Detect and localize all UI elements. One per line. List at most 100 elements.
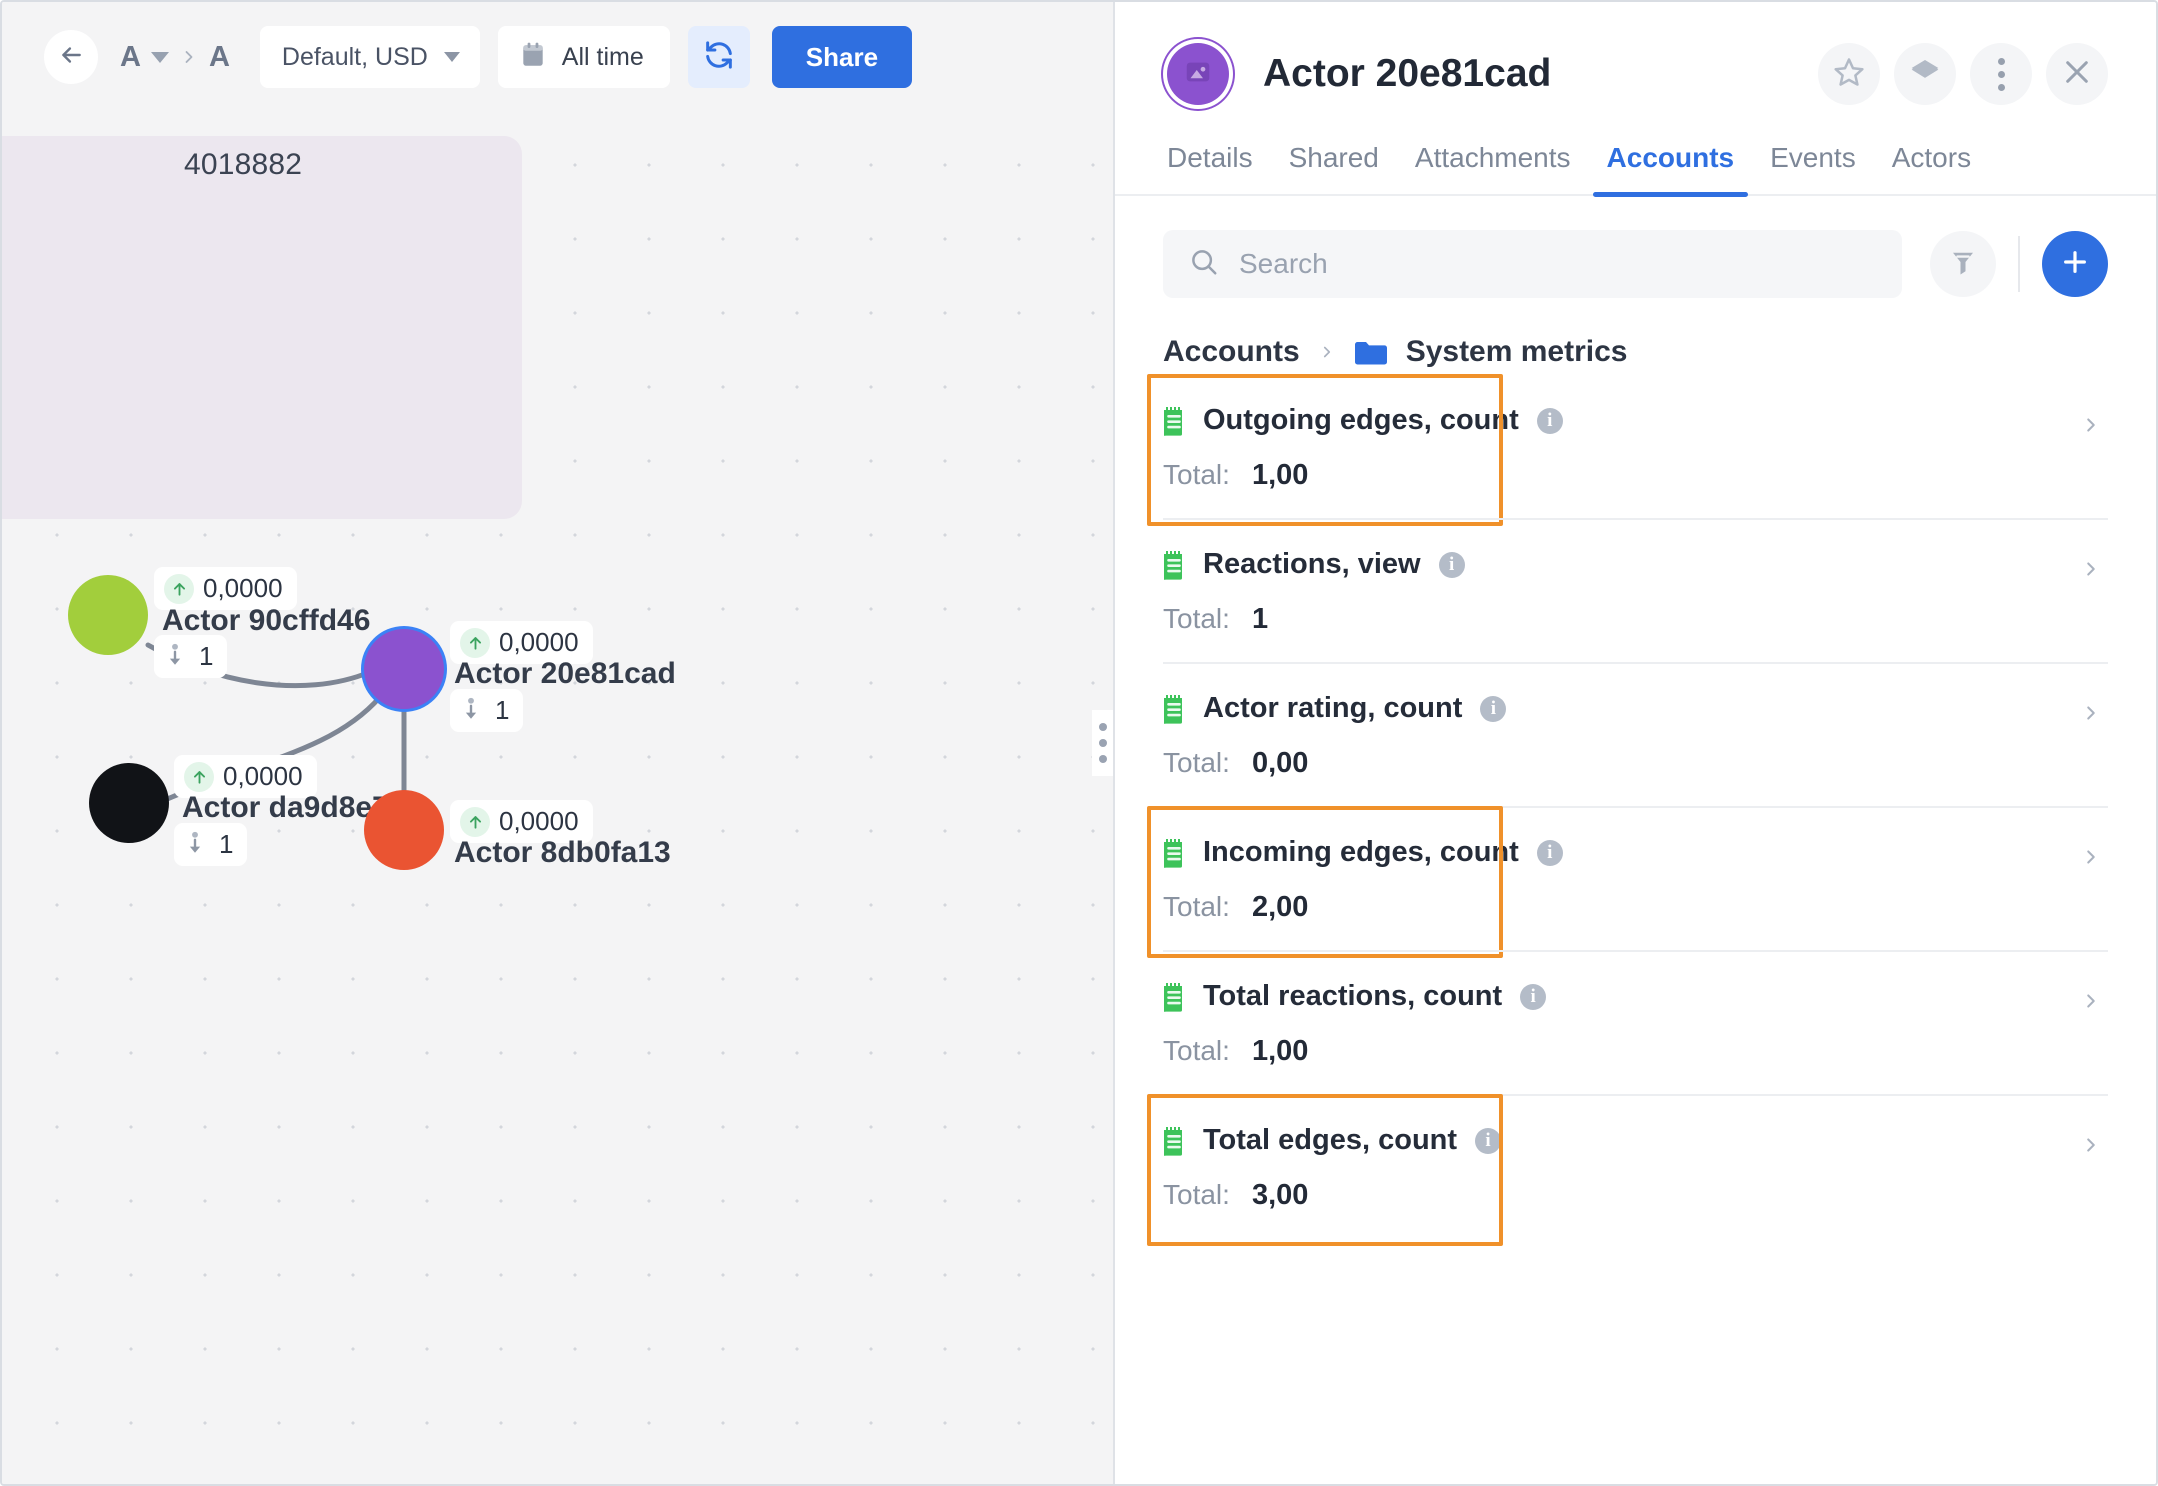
breadcrumb-item-first[interactable]: A (120, 42, 141, 72)
metric-total-value: 2,00 (1251, 891, 1309, 923)
metric-row-actor-rating-count[interactable]: Actor rating, count i Total: 0,00 (1163, 662, 2108, 806)
metric-name: Actor rating, count (1203, 692, 1463, 724)
accounts-breadcrumb: Accounts System metrics (1115, 298, 2156, 376)
divider (2018, 236, 2020, 292)
download-arrow-icon (164, 642, 190, 672)
handle-dot (1099, 755, 1107, 763)
breadcrumb-root[interactable]: Accounts (1163, 335, 1300, 369)
tab-actors[interactable]: Actors (1874, 142, 1989, 194)
metric-row-outgoing-edges-count[interactable]: Outgoing edges, count i Total: 1,00 (1147, 374, 2108, 526)
time-range-button[interactable]: All time (497, 26, 670, 88)
green-list-icon (1163, 406, 1185, 436)
metric-name: Outgoing edges, count (1203, 404, 1519, 436)
info-icon[interactable]: i (1536, 407, 1563, 434)
metric-header: Reactions, view i (1163, 548, 2108, 581)
info-icon[interactable]: i (1475, 1127, 1502, 1154)
graph-edges (145, 642, 407, 803)
breadcrumb: A A (120, 42, 230, 72)
tab-events[interactable]: Events (1752, 142, 1874, 194)
metric-total-label: Total: (1163, 1179, 1230, 1210)
graph-node-actor-da9d8e7c[interactable] (89, 763, 169, 843)
avatar (1167, 43, 1229, 105)
vertical-dots-icon (1997, 57, 2005, 91)
more-button[interactable] (1970, 43, 2032, 105)
graph-node-actor-20e81cad[interactable] (364, 629, 444, 709)
node-down-value: 1 (199, 641, 214, 671)
metric-row-reactions-view[interactable]: Reactions, view i Total: 1 (1163, 518, 2108, 662)
filter-button[interactable] (1930, 231, 1996, 297)
metric-row-total-reactions-count[interactable]: Total reactions, count i Total: 1,00 (1163, 950, 2108, 1094)
arrow-up-icon (460, 806, 490, 837)
node-down-badge: 1 (174, 823, 248, 866)
chevron-right-icon (179, 45, 199, 69)
node-down-value: 1 (495, 695, 510, 725)
metric-name: Total edges, count (1203, 1124, 1458, 1156)
search-box[interactable] (1163, 230, 1902, 298)
green-list-icon (1163, 694, 1185, 724)
chevron-right-icon[interactable] (2080, 842, 2102, 872)
arrow-left-icon (58, 42, 84, 73)
node-up-value: 0,0000 (499, 627, 579, 657)
metric-total-value: 1 (1251, 603, 1269, 635)
tab-shared[interactable]: Shared (1271, 142, 1397, 194)
back-button[interactable] (44, 30, 98, 84)
graph-node-label: Actor 8db0fa13 (454, 836, 671, 869)
layers-button[interactable] (1894, 43, 1956, 105)
graph-panel: A A Default, USD All time Share 4018882 … (2, 2, 1115, 1484)
tab-accounts[interactable]: Accounts (1589, 142, 1753, 197)
metric-name: Incoming edges, count (1203, 836, 1519, 868)
node-down-value: 1 (219, 829, 234, 859)
chevron-right-icon[interactable] (2080, 410, 2102, 440)
metric-header: Actor rating, count i (1163, 692, 2108, 725)
chevron-right-icon[interactable] (2080, 986, 2102, 1016)
chevron-down-icon[interactable] (150, 51, 169, 63)
download-arrow-icon (460, 696, 486, 726)
metric-row-total-edges-count[interactable]: Total edges, count i Total: 3,00 (1147, 1094, 2108, 1246)
metric-name: Total reactions, count (1203, 980, 1503, 1012)
metrics-list: Outgoing edges, count i Total: 1,00 Reac… (1115, 374, 2156, 1246)
handle-dot (1099, 723, 1107, 731)
info-icon[interactable]: i (1480, 695, 1507, 722)
close-button[interactable] (2046, 43, 2108, 105)
image-placeholder-icon (1183, 57, 1213, 92)
detail-header: Actor 20e81cad (1115, 2, 2156, 120)
breadcrumb-current: System metrics (1405, 335, 1628, 368)
metric-total-label: Total: (1163, 747, 1230, 778)
graph-node-actor-8db0fa13[interactable] (364, 790, 444, 870)
favorite-button[interactable] (1818, 43, 1880, 105)
arrow-up-icon (460, 627, 490, 658)
metric-total: Total: 3,00 (1163, 1179, 2108, 1212)
metric-total-label: Total: (1163, 459, 1230, 490)
metric-total-label: Total: (1163, 891, 1230, 922)
currency-select[interactable]: Default, USD (259, 26, 480, 88)
arrow-up-icon (164, 573, 194, 604)
search-input[interactable] (1239, 248, 1876, 280)
breadcrumb-item-second[interactable]: A (209, 42, 230, 72)
tab-attachments[interactable]: Attachments (1397, 142, 1589, 194)
metric-row-incoming-edges-count[interactable]: Incoming edges, count i Total: 2,00 (1147, 806, 2108, 958)
chevron-down-icon (443, 52, 460, 62)
node-up-value: 0,0000 (203, 573, 283, 603)
metric-total: Total: 1,00 (1163, 459, 2108, 492)
info-icon[interactable]: i (1520, 983, 1547, 1010)
metric-header: Incoming edges, count i (1163, 836, 2108, 869)
chevron-right-icon[interactable] (2080, 554, 2102, 584)
graph-toolbar: A A Default, USD All time Share (2, 2, 1113, 112)
tab-details[interactable]: Details (1163, 142, 1271, 194)
graph-canvas[interactable]: 4018882 0,0000 Actor 90cffd46 1 0,0000 A… (2, 112, 1113, 1484)
panel-resize-handle[interactable] (1092, 710, 1113, 776)
search-icon (1189, 247, 1219, 282)
graph-node-actor-90cffd46[interactable] (68, 575, 148, 655)
chevron-right-icon[interactable] (2080, 698, 2102, 728)
chevron-right-icon[interactable] (2080, 1130, 2102, 1160)
time-range-label: All time (561, 42, 644, 71)
share-button[interactable]: Share (771, 26, 913, 88)
info-icon[interactable]: i (1438, 551, 1465, 578)
node-down-badge: 1 (450, 689, 524, 732)
add-button[interactable] (2042, 231, 2108, 297)
info-icon[interactable]: i (1536, 839, 1563, 866)
search-row (1115, 196, 2156, 298)
refresh-button[interactable] (687, 26, 750, 88)
metric-total-value: 0,00 (1251, 747, 1309, 779)
page-title: Actor 20e81cad (1263, 52, 1552, 95)
